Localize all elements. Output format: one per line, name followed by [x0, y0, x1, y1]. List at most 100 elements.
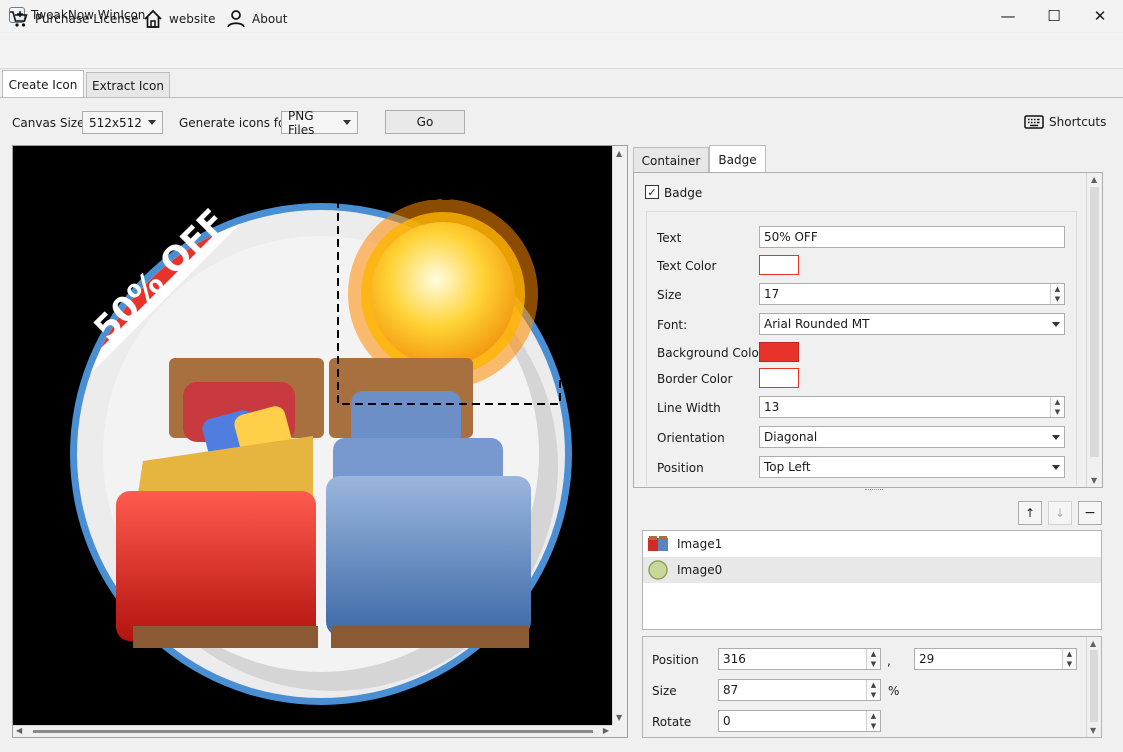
- transform-scroll-thumb[interactable]: [1090, 650, 1098, 722]
- move-up-button[interactable]: ↑: [1018, 501, 1042, 525]
- generate-label: Generate icons for: [179, 116, 291, 130]
- minimize-button[interactable]: —: [985, 0, 1031, 32]
- canvas-size-label: Canvas Size:: [12, 116, 89, 130]
- badge-text-input[interactable]: 50% OFF: [759, 226, 1065, 248]
- badge-scroll-thumb[interactable]: [1090, 187, 1099, 457]
- badge-size-spinbox[interactable]: 17 ▲ ▼: [759, 283, 1065, 305]
- minus-icon: −: [1084, 505, 1096, 521]
- transform-position-label: Position: [652, 653, 699, 667]
- user-icon: [227, 10, 245, 28]
- font-select[interactable]: Arial Rounded MT: [759, 313, 1065, 335]
- chevron-down-icon: [148, 120, 156, 125]
- size-unit: %: [888, 684, 900, 698]
- font-label: Font:: [657, 318, 688, 332]
- layer-name: Image0: [677, 563, 723, 577]
- layer-name: Image1: [677, 537, 723, 551]
- tab-create-icon[interactable]: Create Icon: [2, 70, 84, 98]
- chevron-down-icon: [343, 120, 351, 125]
- canvas-horizontal-scrollbar[interactable]: ◀ ▶: [13, 725, 612, 737]
- shortcuts-button[interactable]: Shortcuts: [1024, 114, 1106, 130]
- layer-list: Image1 Image0: [642, 530, 1102, 630]
- spin-arrows-icon[interactable]: ▲ ▼: [866, 680, 880, 700]
- beds-thumbnail-icon: [648, 536, 668, 551]
- splitter-handle[interactable]: [865, 489, 883, 491]
- chevron-down-icon: [1052, 321, 1060, 327]
- transform-panel-scrollbar[interactable]: ▲ ▼: [1086, 637, 1101, 737]
- badge-size-value: 17: [764, 287, 780, 301]
- about-button[interactable]: About: [226, 8, 287, 30]
- transform-size-label: Size: [652, 684, 677, 698]
- home-icon: [144, 9, 162, 28]
- position-separator: ,: [887, 654, 891, 668]
- canvas-size-value: 512x512: [89, 115, 142, 130]
- arrow-down-icon: ↓: [1054, 506, 1066, 520]
- position-y-spinbox[interactable]: 29 ▲ ▼: [914, 648, 1077, 670]
- arrow-up-icon: ↑: [1024, 506, 1036, 520]
- tab-badge[interactable]: Badge: [709, 145, 766, 173]
- orientation-value: Diagonal: [764, 430, 818, 444]
- spin-arrows-icon[interactable]: ▲ ▼: [1050, 284, 1064, 304]
- chevron-down-icon: [1052, 434, 1060, 440]
- orientation-select[interactable]: Diagonal: [759, 426, 1065, 448]
- background-color-label: Background Color: [657, 346, 764, 360]
- badge-checkbox[interactable]: ✓: [645, 185, 659, 199]
- purchase-license-label: Purchase License: [35, 12, 139, 26]
- keyboard-icon: [1024, 115, 1044, 129]
- chevron-down-icon: [1052, 464, 1060, 470]
- position-x-value: 316: [723, 652, 746, 666]
- circle-thumbnail-icon: [648, 560, 668, 580]
- position-value: Top Left: [764, 460, 811, 474]
- icon-canvas[interactable]: 50% OFF: [13, 146, 612, 725]
- position-y-value: 29: [919, 652, 935, 666]
- badge-checkbox-label: Badge: [664, 186, 703, 200]
- maximize-button[interactable]: ☐: [1031, 0, 1077, 32]
- layer-item[interactable]: Image1: [643, 531, 1101, 557]
- line-width-label: Line Width: [657, 401, 721, 415]
- website-button[interactable]: website: [143, 8, 216, 30]
- layer-item[interactable]: Image0: [643, 557, 1101, 583]
- transform-size-spinbox[interactable]: 87 ▲ ▼: [718, 679, 881, 701]
- cart-icon: [10, 11, 28, 27]
- line-width-spinbox[interactable]: 13 ▲ ▼: [759, 396, 1065, 418]
- spin-arrows-icon[interactable]: ▲ ▼: [1062, 649, 1076, 669]
- generate-format-select[interactable]: PNG Files: [281, 108, 358, 137]
- close-button[interactable]: ✕: [1077, 0, 1123, 32]
- go-button[interactable]: Go: [385, 110, 465, 134]
- transform-size-value: 87: [723, 683, 739, 697]
- canvas-size-select[interactable]: 512x512: [82, 111, 163, 134]
- tab-container[interactable]: Container: [633, 147, 709, 173]
- rotate-value: 0: [723, 714, 731, 728]
- position-select[interactable]: Top Left: [759, 456, 1065, 478]
- spin-arrows-icon[interactable]: ▲ ▼: [866, 711, 880, 731]
- tab-extract-icon[interactable]: Extract Icon: [86, 72, 170, 98]
- about-label: About: [252, 12, 288, 26]
- generate-format-value: PNG Files: [288, 108, 315, 137]
- icon-preview: 50% OFF: [70, 198, 572, 705]
- rotate-spinbox[interactable]: 0 ▲ ▼: [718, 710, 881, 732]
- position-label: Position: [657, 461, 704, 475]
- move-down-button[interactable]: ↓: [1048, 501, 1072, 525]
- rotate-label: Rotate: [652, 715, 692, 729]
- text-color-swatch[interactable]: [759, 255, 799, 275]
- website-label: website: [169, 12, 216, 26]
- shortcuts-label: Shortcuts: [1049, 115, 1107, 129]
- menu-bar: [0, 33, 1123, 69]
- purchase-license-button[interactable]: Purchase License: [9, 8, 139, 30]
- text-color-label: Text Color: [657, 259, 717, 273]
- badge-panel-scrollbar[interactable]: ▲ ▼: [1086, 173, 1102, 487]
- spin-arrows-icon[interactable]: ▲ ▼: [866, 649, 880, 669]
- line-width-value: 13: [764, 400, 780, 414]
- spin-arrows-icon[interactable]: ▲ ▼: [1050, 397, 1064, 417]
- border-color-label: Border Color: [657, 372, 733, 386]
- font-value: Arial Rounded MT: [764, 317, 870, 331]
- background-color-swatch[interactable]: [759, 342, 799, 362]
- orientation-label: Orientation: [657, 431, 725, 445]
- position-x-spinbox[interactable]: 316 ▲ ▼: [718, 648, 881, 670]
- canvas-vertical-scrollbar[interactable]: ▲ ▼: [612, 146, 627, 725]
- text-label: Text: [657, 231, 682, 245]
- tab-divider: [0, 97, 1123, 98]
- size-label: Size: [657, 288, 682, 302]
- horizontal-scroll-thumb[interactable]: [33, 730, 593, 733]
- border-color-swatch[interactable]: [759, 368, 799, 388]
- remove-layer-button[interactable]: −: [1078, 501, 1102, 525]
